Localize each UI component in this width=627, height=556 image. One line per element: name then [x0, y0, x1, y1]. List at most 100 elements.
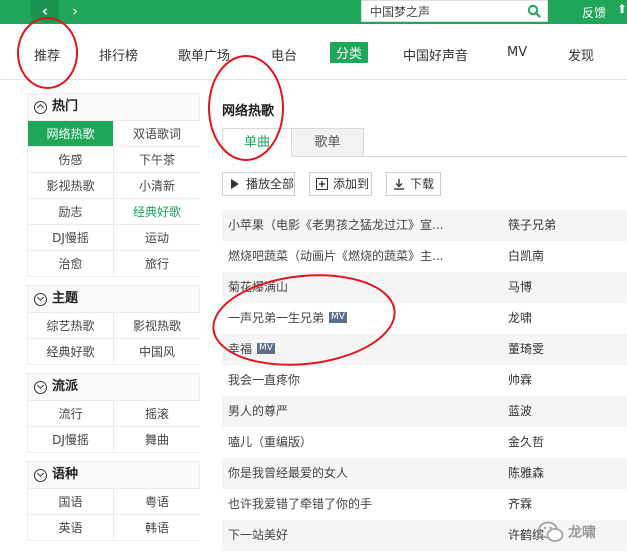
- play-icon: [231, 179, 239, 189]
- category-item[interactable]: 经典好歌: [28, 338, 114, 364]
- category-item[interactable]: DJ慢摇: [28, 224, 114, 250]
- main-nav: 推荐 排行榜 歌单广场 电台 分类 中国好声音 MV 发现: [0, 24, 627, 80]
- watermark-text: 龙啸: [568, 525, 596, 541]
- watermark: 龙啸: [538, 519, 624, 545]
- category-group-title: 热门: [52, 99, 79, 114]
- category-item[interactable]: 下午茶: [114, 146, 200, 172]
- expand-icon[interactable]: [34, 380, 47, 394]
- song-title[interactable]: 你是我曾经最爱的女人: [228, 458, 468, 489]
- tab-voice-of-china[interactable]: 中国好声音: [403, 45, 468, 64]
- expand-icon[interactable]: [34, 468, 47, 482]
- category-item[interactable]: 综艺热歌: [28, 312, 114, 338]
- category-group-title: 流派: [52, 379, 79, 394]
- category-item[interactable]: 英语: [28, 514, 114, 540]
- search-box: [361, 0, 548, 22]
- song-row[interactable]: 小苹果（电影《老男孩之猛龙过江》宣... 筷子兄弟: [222, 210, 627, 241]
- category-item[interactable]: 影视热歌: [114, 312, 200, 338]
- song-title[interactable]: 下一站美好: [228, 520, 468, 551]
- category-item[interactable]: 流行: [28, 400, 114, 426]
- category-item[interactable]: 中国风: [114, 338, 200, 364]
- tab-discover[interactable]: 发现: [568, 45, 594, 64]
- wechat-icon: [538, 521, 564, 542]
- category-item[interactable]: 韩语: [114, 514, 200, 540]
- category-item[interactable]: 摇滚: [114, 400, 200, 426]
- song-artist[interactable]: 齐霖: [508, 489, 532, 520]
- category-item[interactable]: 影视热歌: [28, 172, 114, 198]
- category-item[interactable]: 网络热歌: [28, 120, 114, 146]
- search-icon[interactable]: [527, 4, 541, 18]
- song-list: 小苹果（电影《老男孩之猛龙过江》宣... 筷子兄弟 燃烧吧蔬菜（动画片《燃烧的蔬菜…: [222, 210, 627, 551]
- category-group-header[interactable]: 主题: [28, 286, 199, 312]
- download-label: 下载: [410, 177, 435, 191]
- category-item[interactable]: 双语歌词: [114, 120, 200, 146]
- category-item[interactable]: DJ慢摇: [28, 426, 114, 452]
- category-item[interactable]: 旅行: [114, 250, 200, 276]
- category-item[interactable]: 伤感: [28, 146, 114, 172]
- category-group-language: 语种 国语 粤语 英语 韩语: [27, 461, 200, 541]
- song-title[interactable]: 嗑儿（重编版）: [228, 427, 468, 458]
- category-group-header[interactable]: 语种: [28, 462, 199, 488]
- song-artist[interactable]: 董琦雯: [508, 334, 544, 365]
- upload-icon[interactable]: ⬆: [617, 2, 627, 16]
- song-row[interactable]: 嗑儿（重编版） 金久哲: [222, 427, 627, 458]
- category-item[interactable]: 国语: [28, 488, 114, 514]
- tab-playlists[interactable]: 歌单: [292, 128, 364, 157]
- song-artist[interactable]: 帅霖: [508, 365, 532, 396]
- category-item[interactable]: 粤语: [114, 488, 200, 514]
- category-group-title: 语种: [52, 467, 79, 482]
- search-input[interactable]: [362, 1, 522, 21]
- song-row[interactable]: 我会一直疼你 帅霖: [222, 365, 627, 396]
- feedback-link[interactable]: 反馈: [582, 4, 606, 21]
- category-item[interactable]: 励志: [28, 198, 114, 224]
- song-title[interactable]: 我会一直疼你: [228, 365, 468, 396]
- annotation-circle-title: [208, 55, 284, 161]
- song-title[interactable]: 燃烧吧蔬菜（动画片《燃烧的蔬菜》主...: [228, 241, 468, 272]
- song-row[interactable]: 你是我曾经最爱的女人 陈雅森: [222, 458, 627, 489]
- category-sidebar: 热门 网络热歌 双语歌词 伤感 下午茶 影视热歌 小清新 励志 经典好歌 DJ慢…: [27, 93, 200, 549]
- tab-playlist-square[interactable]: 歌单广场: [178, 45, 230, 64]
- subtab-bar: 单曲 歌单: [222, 128, 627, 158]
- collapse-icon[interactable]: [34, 100, 47, 114]
- forward-button[interactable]: ›: [61, 0, 89, 22]
- category-group-genre: 流派 流行 摇滚 DJ慢摇 舞曲: [27, 373, 200, 453]
- song-row[interactable]: 燃烧吧蔬菜（动画片《燃烧的蔬菜》主... 白凯南: [222, 241, 627, 272]
- add-to-button[interactable]: 添加到: [309, 172, 372, 196]
- song-artist[interactable]: 金久哲: [508, 427, 544, 458]
- song-row[interactable]: 也许我爱错了牵错了你的手 齐霖: [222, 489, 627, 520]
- download-button[interactable]: 下载: [386, 172, 441, 196]
- add-to-label: 添加到: [333, 177, 370, 191]
- song-artist[interactable]: 龙啸: [508, 303, 532, 334]
- add-icon: [316, 178, 328, 190]
- category-group-title: 主题: [52, 291, 79, 306]
- tab-mv[interactable]: MV: [507, 45, 527, 60]
- song-artist[interactable]: 白凯南: [508, 241, 544, 272]
- category-item[interactable]: 经典好歌: [114, 198, 200, 224]
- song-row[interactable]: 男人的尊严 蓝波: [222, 396, 627, 427]
- category-group-header[interactable]: 流派: [28, 374, 199, 400]
- category-item[interactable]: 小清新: [114, 172, 200, 198]
- song-artist[interactable]: 筷子兄弟: [508, 210, 556, 241]
- song-artist[interactable]: 陈雅森: [508, 458, 544, 489]
- song-artist[interactable]: 蓝波: [508, 396, 532, 427]
- category-group-hot: 热门 网络热歌 双语歌词 伤感 下午茶 影视热歌 小清新 励志 经典好歌 DJ慢…: [27, 93, 200, 277]
- song-title[interactable]: 也许我爱错了牵错了你的手: [228, 489, 468, 520]
- category-item[interactable]: 治愈: [28, 250, 114, 276]
- song-artist[interactable]: 马博: [508, 272, 532, 303]
- category-item[interactable]: 舞曲: [114, 426, 200, 452]
- song-title[interactable]: 小苹果（电影《老男孩之猛龙过江》宣...: [228, 210, 468, 241]
- song-title[interactable]: 男人的尊严: [228, 396, 468, 427]
- music-app-window: ‹ › 反馈 ⬆ 推荐 排行榜 歌单广场 电台 分类 中国好声音 MV 发现 热…: [0, 0, 627, 556]
- tab-radio[interactable]: 电台: [271, 45, 297, 64]
- play-all-button[interactable]: 播放全部: [222, 172, 295, 196]
- category-group-theme: 主题 综艺热歌 影视热歌 经典好歌 中国风: [27, 285, 200, 365]
- download-icon: [394, 179, 404, 190]
- annotation-circle-recommend: [17, 17, 78, 89]
- play-all-label: 播放全部: [246, 177, 295, 191]
- expand-icon[interactable]: [34, 292, 47, 306]
- category-item[interactable]: 运动: [114, 224, 200, 250]
- top-bar: ‹ › 反馈 ⬆: [0, 0, 627, 24]
- category-group-header[interactable]: 热门: [28, 94, 199, 120]
- tab-categories[interactable]: 分类: [330, 42, 369, 63]
- tab-charts[interactable]: 排行榜: [99, 45, 138, 64]
- forward-arrow-icon: ›: [71, 2, 79, 20]
